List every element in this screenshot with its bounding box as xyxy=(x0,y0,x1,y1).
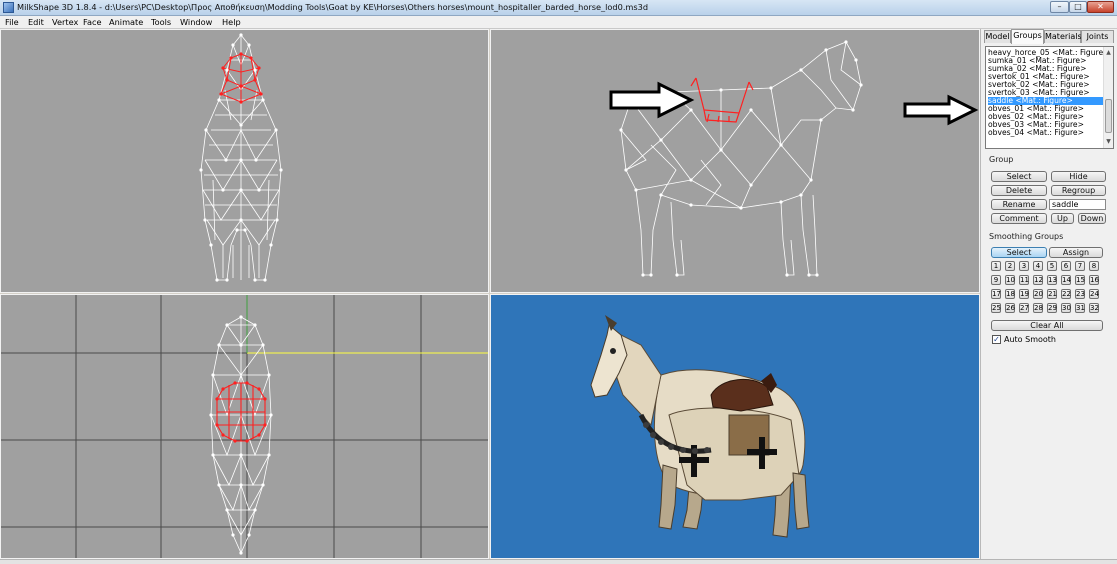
minimize-button[interactable]: – xyxy=(1050,1,1069,13)
3d-render-viewport[interactable] xyxy=(490,294,980,559)
group-delete-button[interactable]: Delete xyxy=(991,185,1047,196)
scroll-down-icon[interactable]: ▼ xyxy=(1105,137,1112,147)
left-arrow-annotation xyxy=(609,81,695,119)
menu-edit[interactable]: Edit xyxy=(28,17,44,27)
smoothing-group-button[interactable]: 3 xyxy=(1019,261,1029,271)
tab-materials[interactable]: Materials xyxy=(1044,30,1082,43)
clear-all-button[interactable]: Clear All xyxy=(991,320,1103,331)
top-wireframe xyxy=(1,295,488,558)
top-viewport[interactable] xyxy=(0,294,489,559)
group-section-label: Group xyxy=(989,155,1014,164)
smoothing-assign-button[interactable]: Assign xyxy=(1049,247,1103,258)
status-bar xyxy=(0,559,1117,564)
smoothing-section-label: Smoothing Groups xyxy=(989,232,1064,241)
smoothing-group-button[interactable]: 1 xyxy=(991,261,1001,271)
menu-help[interactable]: Help xyxy=(222,17,241,27)
smoothing-group-button[interactable]: 29 xyxy=(1047,303,1057,313)
smoothing-group-button[interactable]: 18 xyxy=(1005,289,1015,299)
list-item-selected[interactable]: saddle <Mat.: Figure> xyxy=(988,97,1103,105)
group-comment-button[interactable]: Comment xyxy=(991,213,1047,224)
maximize-button[interactable]: □ xyxy=(1069,1,1087,13)
list-item[interactable]: obves_02 <Mat.: Figure> xyxy=(988,113,1103,121)
smoothing-group-button[interactable]: 20 xyxy=(1033,289,1043,299)
tool-panel: Model Groups Materials Joints heavy_horc… xyxy=(980,29,1117,559)
scroll-thumb[interactable] xyxy=(1105,99,1112,133)
group-hide-button[interactable]: Hide xyxy=(1051,171,1106,182)
list-item[interactable]: obves_01 <Mat.: Figure> xyxy=(988,105,1103,113)
group-select-button[interactable]: Select xyxy=(991,171,1047,182)
viewport-area xyxy=(0,29,980,559)
smoothing-group-button[interactable]: 14 xyxy=(1061,275,1071,285)
tab-groups[interactable]: Groups xyxy=(1011,29,1044,44)
close-button[interactable]: ✕ xyxy=(1087,1,1114,13)
smoothing-group-button[interactable]: 15 xyxy=(1075,275,1085,285)
groups-list[interactable]: heavy_horce_05 <Mat.: Figure> sumka_01 <… xyxy=(985,46,1114,149)
smoothing-group-button[interactable]: 22 xyxy=(1061,289,1071,299)
smoothing-group-button[interactable]: 30 xyxy=(1061,303,1071,313)
list-item[interactable]: obves_03 <Mat.: Figure> xyxy=(988,121,1103,129)
front-viewport[interactable] xyxy=(0,29,489,293)
smoothing-group-button[interactable]: 9 xyxy=(991,275,1001,285)
front-wireframe xyxy=(199,33,283,282)
smoothing-group-button[interactable]: 16 xyxy=(1089,275,1099,285)
smoothing-group-button[interactable]: 31 xyxy=(1075,303,1085,313)
list-item[interactable]: obves_04 <Mat.: Figure> xyxy=(988,129,1103,137)
side-wireframe xyxy=(609,40,979,277)
smoothing-group-button[interactable]: 8 xyxy=(1089,261,1099,271)
tab-joints[interactable]: Joints xyxy=(1081,30,1114,43)
menu-bar: File Edit Vertex Face Animate Tools Wind… xyxy=(0,16,1117,29)
smoothing-group-button[interactable]: 10 xyxy=(1005,275,1015,285)
window-title: MilkShape 3D 1.8.4 - d:\Users\PC\Desktop… xyxy=(17,2,649,12)
menu-vertex[interactable]: Vertex xyxy=(52,17,78,27)
smoothing-group-button[interactable]: 7 xyxy=(1075,261,1085,271)
smoothing-group-button[interactable]: 12 xyxy=(1033,275,1043,285)
list-item[interactable]: svertok_01 <Mat.: Figure> xyxy=(988,73,1103,81)
group-rename-button[interactable]: Rename xyxy=(991,199,1047,210)
list-item[interactable]: sumka_02 <Mat.: Figure> xyxy=(988,65,1103,73)
smoothing-group-button[interactable]: 17 xyxy=(991,289,1001,299)
smoothing-group-button[interactable]: 13 xyxy=(1047,275,1057,285)
smoothing-group-button[interactable]: 21 xyxy=(1047,289,1057,299)
auto-smooth-label: Auto Smooth xyxy=(1004,335,1056,344)
smoothing-group-button[interactable]: 32 xyxy=(1089,303,1099,313)
group-regroup-button[interactable]: Regroup xyxy=(1051,185,1106,196)
tab-model[interactable]: Model xyxy=(984,30,1011,43)
side-viewport[interactable] xyxy=(490,29,980,293)
smoothing-group-button[interactable]: 24 xyxy=(1089,289,1099,299)
right-arrow-annotation xyxy=(903,94,979,126)
smoothing-group-button[interactable]: 26 xyxy=(1005,303,1015,313)
smoothing-group-button[interactable]: 28 xyxy=(1033,303,1043,313)
horse-render xyxy=(590,315,810,538)
list-item[interactable]: svertok_02 <Mat.: Figure> xyxy=(988,81,1103,89)
menu-tools[interactable]: Tools xyxy=(151,17,171,27)
group-down-button[interactable]: Down xyxy=(1078,213,1106,224)
smoothing-group-button[interactable]: 6 xyxy=(1061,261,1071,271)
smoothing-group-button[interactable]: 4 xyxy=(1033,261,1043,271)
smoothing-group-button[interactable]: 11 xyxy=(1019,275,1029,285)
smoothing-group-button[interactable]: 19 xyxy=(1019,289,1029,299)
smoothing-group-button[interactable]: 23 xyxy=(1075,289,1085,299)
list-scrollbar[interactable]: ▲ ▼ xyxy=(1103,47,1113,148)
smoothing-group-button[interactable]: 25 xyxy=(991,303,1001,313)
list-item[interactable]: sumka_01 <Mat.: Figure> xyxy=(988,57,1103,65)
menu-animate[interactable]: Animate xyxy=(109,17,143,27)
smoothing-group-button[interactable]: 2 xyxy=(1005,261,1015,271)
group-name-field[interactable]: saddle xyxy=(1049,199,1106,210)
menu-window[interactable]: Window xyxy=(180,17,212,27)
smoothing-group-button[interactable]: 5 xyxy=(1047,261,1057,271)
menu-face[interactable]: Face xyxy=(83,17,102,27)
list-item[interactable]: svertok_03 <Mat.: Figure> xyxy=(988,89,1103,97)
menu-file[interactable]: File xyxy=(5,17,19,27)
milkshape-app-icon[interactable] xyxy=(3,2,14,13)
scroll-up-icon[interactable]: ▲ xyxy=(1105,48,1112,58)
smoothing-select-button[interactable]: Select xyxy=(991,247,1047,258)
list-item[interactable]: heavy_horce_05 <Mat.: Figure> xyxy=(988,49,1103,57)
title-bar: MilkShape 3D 1.8.4 - d:\Users\PC\Desktop… xyxy=(0,0,1117,16)
group-up-button[interactable]: Up xyxy=(1051,213,1074,224)
auto-smooth-checkbox[interactable]: ✓ xyxy=(992,335,1001,344)
smoothing-group-button[interactable]: 27 xyxy=(1019,303,1029,313)
